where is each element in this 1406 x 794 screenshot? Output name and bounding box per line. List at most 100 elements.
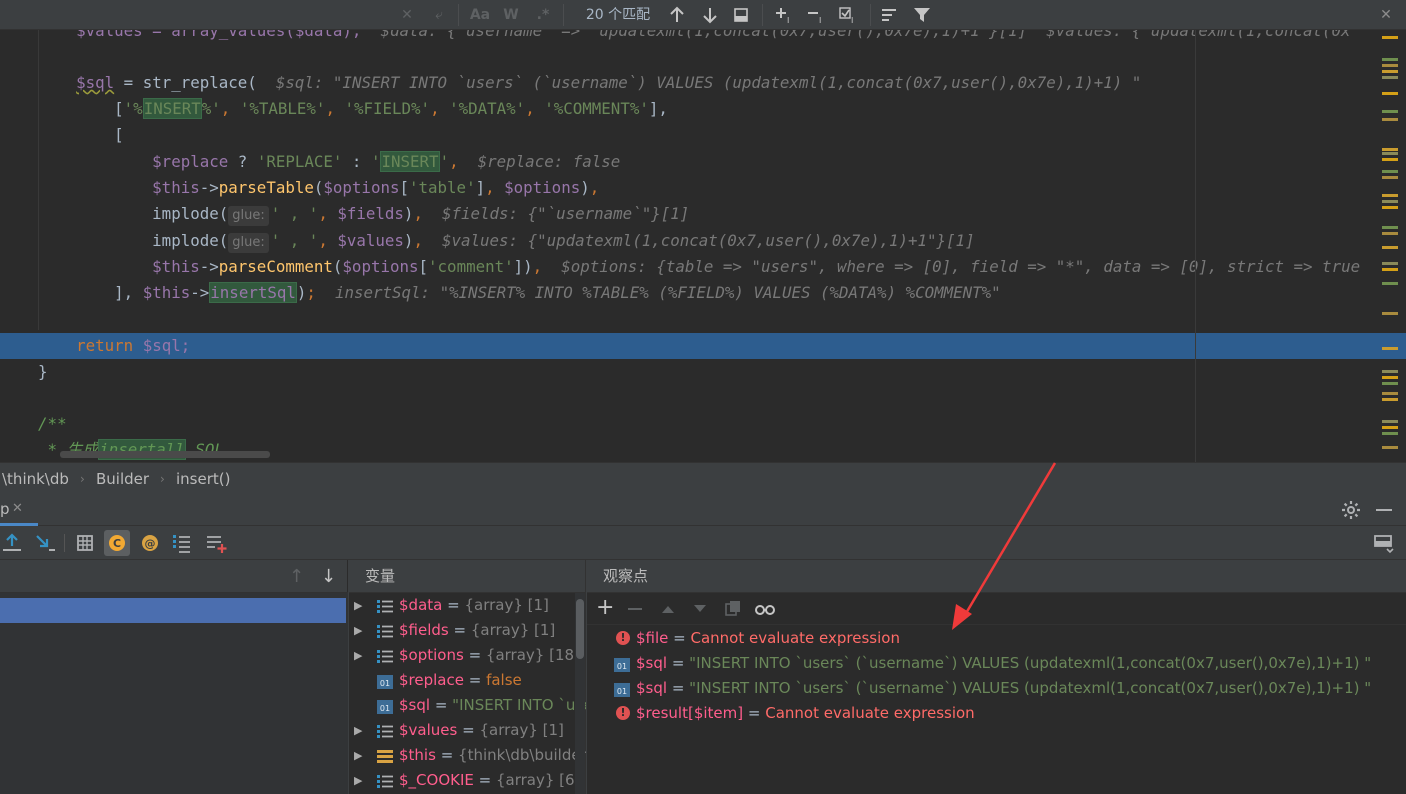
error-stripe-mark[interactable] [1382, 370, 1398, 373]
error-stripe-mark[interactable] [1382, 194, 1398, 197]
error-stripe-mark[interactable] [1382, 420, 1398, 423]
error-stripe-mark[interactable] [1382, 158, 1398, 161]
error-stripe-mark[interactable] [1382, 226, 1398, 229]
error-stripe-mark[interactable] [1382, 246, 1398, 249]
error-stripe-mark[interactable] [1382, 70, 1398, 73]
step-out-icon[interactable] [0, 531, 24, 555]
variables-list[interactable]: ▶ $data = {array} [1] ▶ $fields = {array} [… [349, 593, 586, 794]
clear-search-icon[interactable]: ✕ [398, 0, 416, 30]
watch-row[interactable]: ! $file = Cannot evaluate expression [587, 626, 1406, 651]
gear-icon[interactable] [1341, 500, 1361, 524]
newline-icon[interactable]: ⤶ [428, 0, 450, 30]
expand-arrow-icon[interactable]: ▶ [354, 743, 362, 768]
previous-frame-icon[interactable]: ↑ [289, 566, 304, 587]
breadcrumb-method[interactable]: insert() [176, 463, 230, 496]
layout-settings-icon[interactable] [1372, 531, 1396, 555]
add-watch-list-icon[interactable] [204, 531, 228, 555]
error-stripe-mark[interactable] [1382, 426, 1398, 429]
watch-row[interactable]: 01 $sql = "INSERT INTO `users` (`username… [587, 651, 1406, 676]
error-stripe-mark[interactable] [1382, 176, 1398, 179]
expand-arrow-icon[interactable]: ▶ [354, 593, 362, 618]
debug-tool-window: p ✕ C @ ↑ ↓ 变量 ▶ $data = {array} [1] ▶ $… [0, 496, 1406, 794]
variable-row[interactable]: ▶ $values = {array} [1] [349, 718, 586, 743]
expand-arrow-icon[interactable]: ▶ [354, 768, 362, 793]
move-down-icon[interactable] [692, 601, 708, 620]
filter-icon[interactable] [910, 0, 936, 30]
expand-arrow-icon[interactable]: ▶ [354, 618, 362, 643]
error-stripe-mark[interactable] [1382, 58, 1398, 61]
error-stripe-mark[interactable] [1382, 170, 1398, 173]
glasses-icon[interactable] [754, 601, 776, 620]
code-editor[interactable]: ✕ ⤶ Aa W .* 20 个匹配 I I I ✕ $values = arr… [0, 0, 1406, 462]
move-up-icon[interactable] [660, 601, 676, 620]
next-match-icon[interactable] [699, 0, 721, 30]
error-stripe-mark[interactable] [1382, 92, 1398, 95]
error-stripe-mark[interactable] [1382, 76, 1398, 79]
variable-name: $data [399, 596, 443, 614]
error-stripe-mark[interactable] [1382, 268, 1398, 271]
remove-watch-icon[interactable] [628, 608, 642, 610]
remove-occurrence-icon[interactable]: I [804, 0, 830, 30]
evaluate-expression-icon[interactable] [73, 531, 97, 555]
minimize-icon[interactable] [1376, 509, 1392, 511]
error-stripe-mark[interactable] [1382, 148, 1398, 151]
horizontal-scrollbar[interactable] [60, 451, 270, 458]
add-watch-icon[interactable]: + [596, 596, 614, 620]
whole-word-icon[interactable]: W [500, 0, 522, 30]
error-stripe-mark[interactable] [1382, 382, 1398, 385]
svg-text:01: 01 [617, 687, 627, 696]
error-stripe-mark[interactable] [1382, 398, 1398, 401]
filter-lines-icon[interactable] [878, 0, 902, 30]
variable-row[interactable]: ▶ $_COOKIE = {array} [6] [349, 768, 586, 793]
scrollbar-thumb[interactable] [576, 599, 584, 659]
error-stripe-mark[interactable] [1382, 432, 1398, 435]
variable-row[interactable]: 01 $replace = false [349, 668, 586, 693]
frame-row[interactable] [0, 598, 346, 623]
expand-arrow-icon[interactable]: ▶ [354, 718, 362, 743]
class-filter-icon[interactable]: C [104, 530, 130, 556]
regex-icon[interactable]: .* [532, 0, 554, 30]
close-find-icon[interactable]: ✕ [1376, 0, 1396, 30]
error-stripe-mark[interactable] [1382, 110, 1398, 113]
variables-scrollbar[interactable] [575, 593, 585, 794]
error-stripe-mark[interactable] [1382, 392, 1398, 395]
frames-list[interactable] [0, 593, 348, 794]
watch-row[interactable]: 01 $sql = "INSERT INTO `users` (`usernam… [587, 676, 1406, 701]
error-stripe-mark[interactable] [1382, 446, 1398, 449]
duplicate-watch-icon[interactable] [724, 599, 742, 621]
add-occurrence-icon[interactable]: I [772, 0, 798, 30]
error-stripe-mark[interactable] [1382, 200, 1398, 203]
error-stripe-mark[interactable] [1382, 347, 1398, 350]
error-stripe-mark[interactable] [1382, 152, 1398, 155]
match-count: 20 个匹配 [585, 7, 651, 23]
error-stripe-mark[interactable] [1382, 232, 1398, 235]
variable-row[interactable]: ▶ $fields = {array} [1] [349, 618, 586, 643]
variable-row[interactable]: ▶ $options = {array} [18] [349, 643, 586, 668]
breadcrumb-class[interactable]: Builder [96, 463, 149, 496]
select-all-occurrences-icon[interactable]: I [836, 0, 862, 30]
error-stripe-mark[interactable] [1382, 282, 1398, 285]
error-stripe-mark[interactable] [1382, 262, 1398, 265]
error-stripe-mark[interactable] [1382, 312, 1398, 315]
error-stripe-mark[interactable] [1382, 36, 1398, 39]
expand-arrow-icon[interactable]: ▶ [354, 643, 362, 668]
annotation-icon[interactable]: @ [138, 531, 162, 555]
error-stripe-mark[interactable] [1382, 118, 1398, 121]
select-all-icon[interactable] [730, 0, 752, 30]
variable-row[interactable]: ▶ $this = {think\db\builder\M [349, 743, 586, 768]
previous-match-icon[interactable] [666, 0, 688, 30]
next-frame-icon[interactable]: ↓ [321, 566, 336, 587]
error-stripe-mark[interactable] [1382, 206, 1398, 209]
variable-row[interactable]: 01 $sql = "INSERT INTO `user [349, 693, 586, 718]
run-to-cursor-icon[interactable] [33, 531, 57, 555]
match-case-icon[interactable]: Aa [468, 0, 492, 30]
close-tab-icon[interactable]: ✕ [12, 501, 23, 516]
error-stripe-mark[interactable] [1382, 64, 1398, 67]
variable-row[interactable]: ▶ $data = {array} [1] [349, 593, 586, 618]
debug-tab-label[interactable]: p [0, 500, 10, 518]
breadcrumb-namespace[interactable]: \think\db [2, 463, 69, 496]
list-icon[interactable] [170, 531, 194, 555]
watch-row[interactable]: ! $result[$item] = Cannot evaluate expres… [587, 701, 1406, 726]
code-area[interactable]: $values = array_values($data); $data: {"… [0, 0, 1406, 462]
error-stripe-mark[interactable] [1382, 376, 1398, 379]
